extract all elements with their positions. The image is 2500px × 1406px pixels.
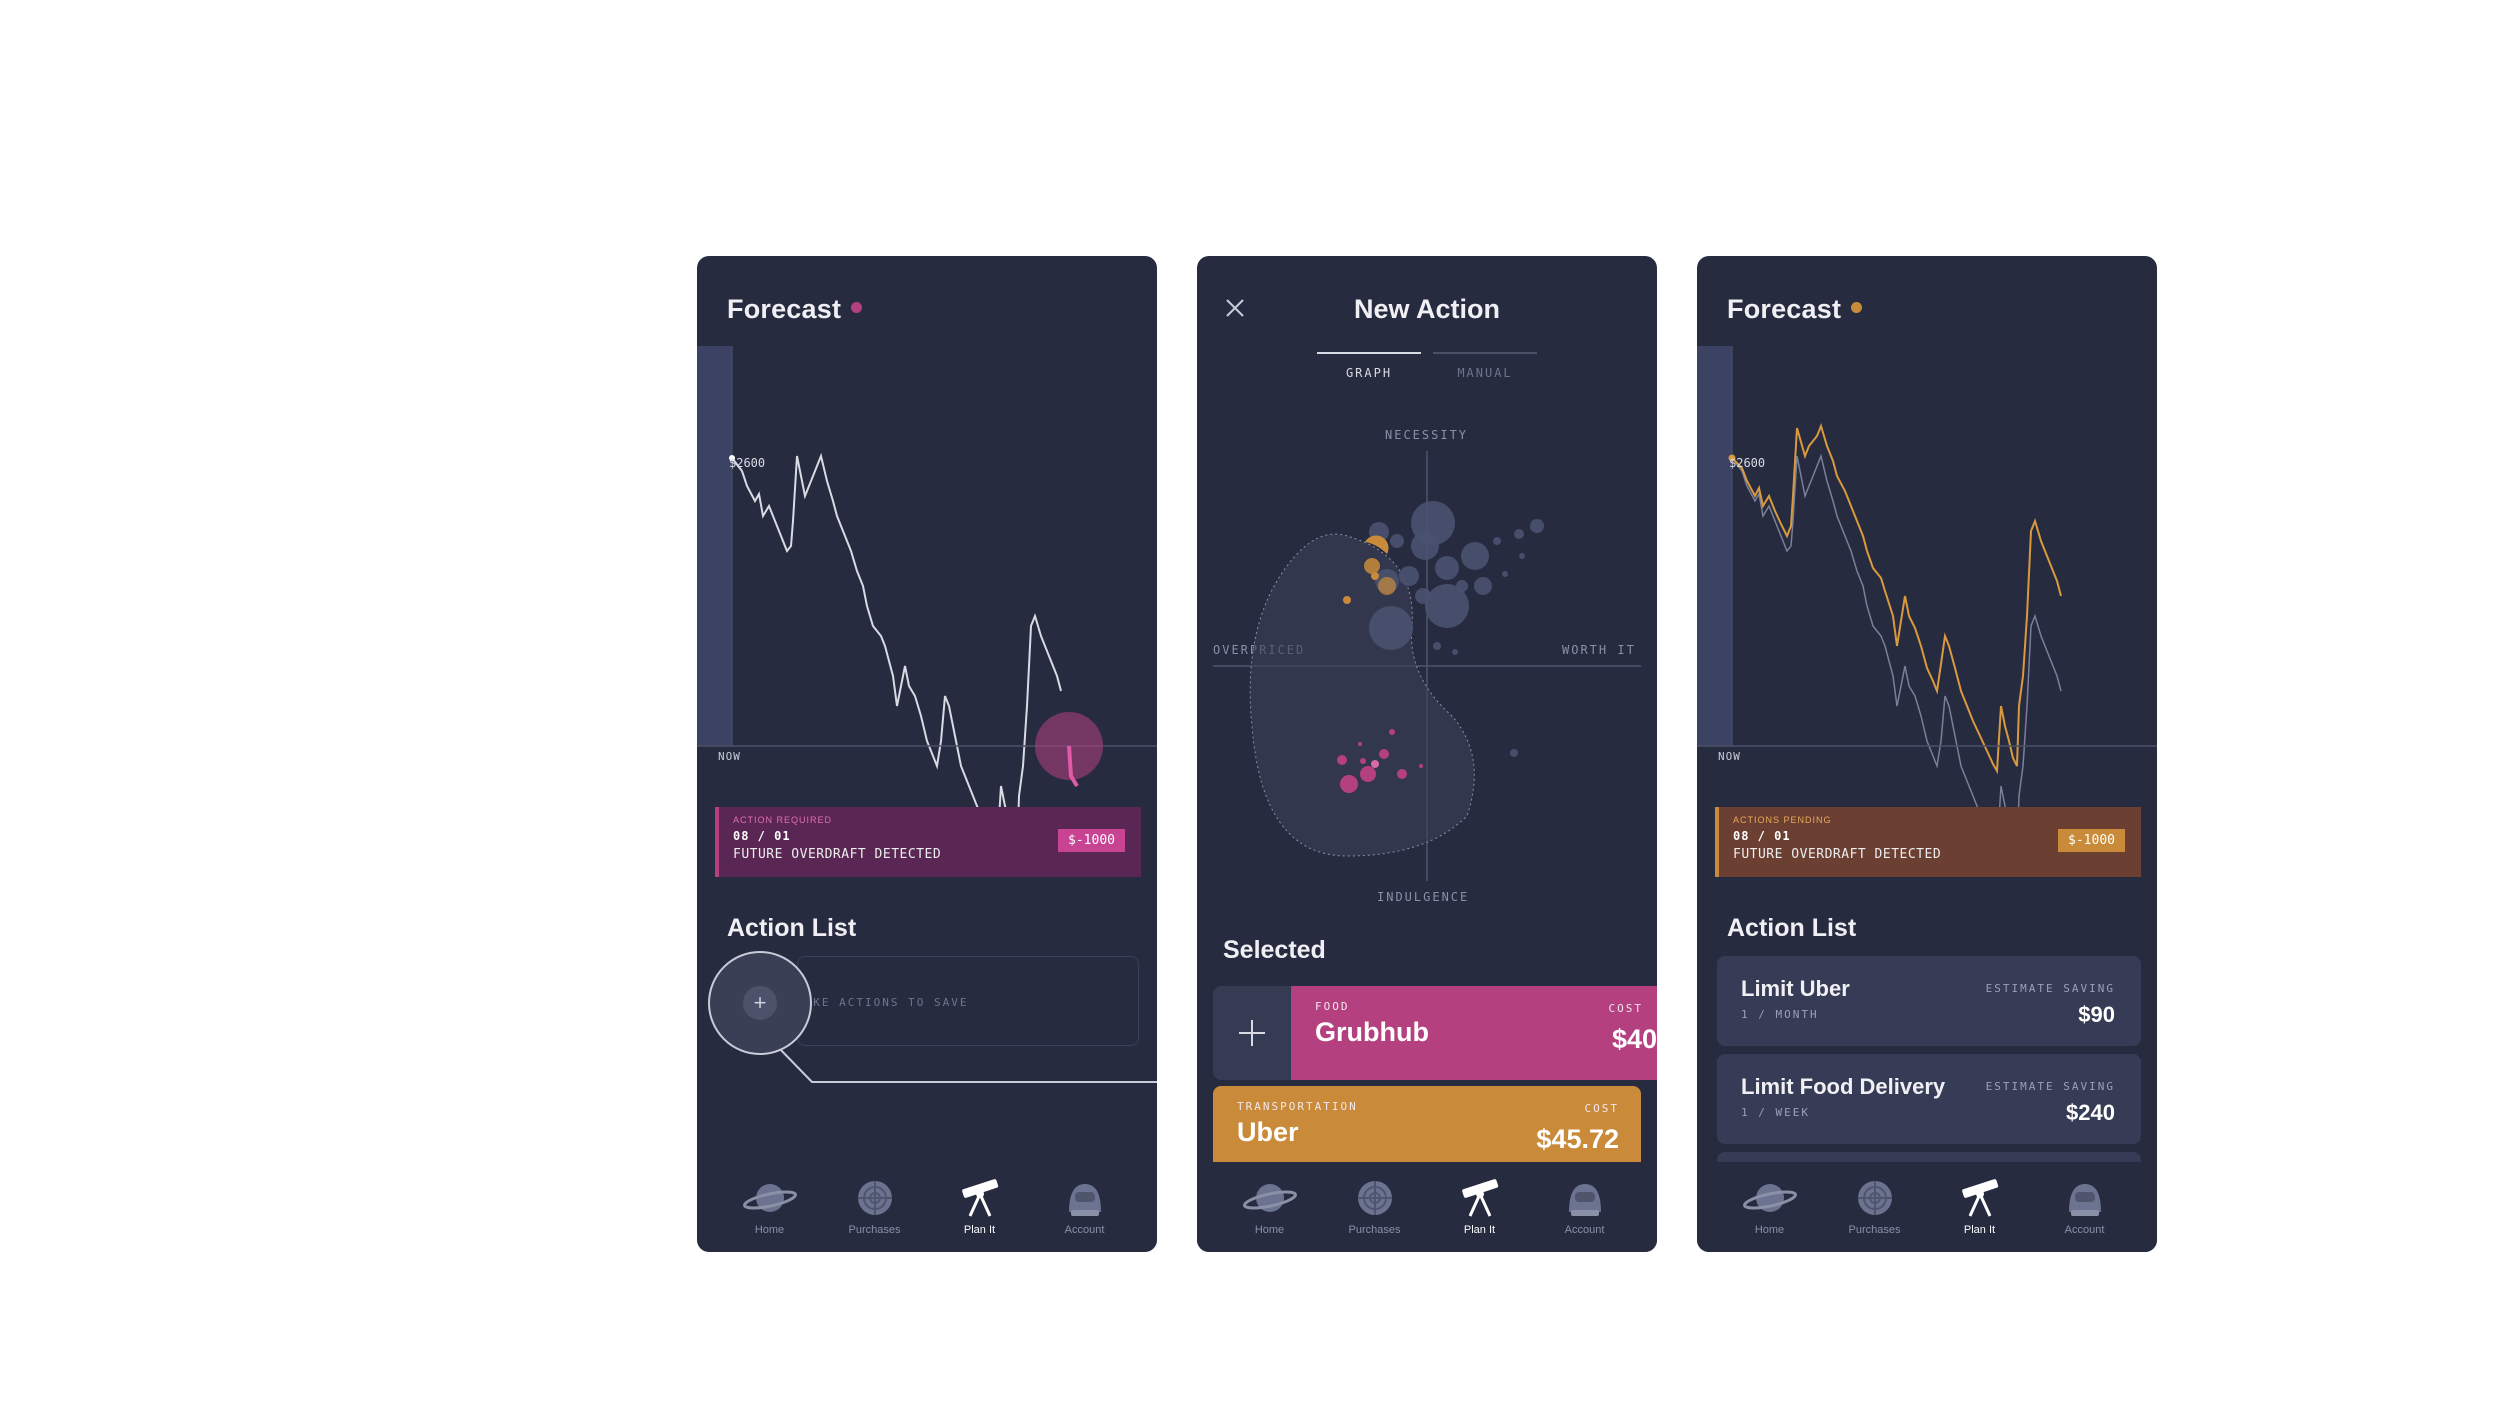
tab-purchases[interactable]: Purchases <box>1830 1162 1920 1252</box>
page-title: Forecast <box>727 294 863 325</box>
status-dot <box>851 302 863 314</box>
action-frequency: 1 / MONTH <box>1741 1008 1819 1021</box>
tab-home[interactable]: Home <box>1725 1162 1815 1252</box>
selected-title: Selected <box>1223 936 1326 964</box>
add-selected-button[interactable] <box>1213 986 1291 1080</box>
card-cost: $40 <box>1611 1024 1657 1054</box>
plus-icon: + <box>743 986 777 1020</box>
card-category: TRANSPORTATION <box>1237 1100 1358 1113</box>
alert-caption: ACTIONS PENDING <box>1733 815 1832 825</box>
selected-card-uber[interactable]: TRANSPORTATION Uber COST $45.72 <box>1213 1086 1641 1166</box>
planet-icon <box>1742 1184 1797 1212</box>
saving-value: $240 <box>2066 1100 2115 1125</box>
section-title: Action List <box>1727 914 1857 942</box>
alert-caption: ACTION REQUIRED <box>733 815 833 825</box>
page-title: Forecast <box>1727 294 1863 325</box>
action-item-limit-uber[interactable]: Limit Uber 1 / MONTH ESTIMATE SAVING $90 <box>1717 956 2141 1046</box>
tab-home[interactable]: Home <box>1225 1162 1315 1252</box>
pending-alert[interactable]: ACTIONS PENDING 08 / 01 FUTURE OVERDRAFT… <box>1715 807 2141 877</box>
alert-amount-badge: $-1000 <box>2058 829 2125 852</box>
action-item-limit-food-delivery[interactable]: Limit Food Delivery 1 / WEEK ESTIMATE SA… <box>1717 1054 2141 1144</box>
card-name: Grubhub <box>1315 1017 1429 1047</box>
alert-amount-badge: $-1000 <box>1058 829 1125 852</box>
status-dot <box>1851 302 1863 314</box>
card-cost: $45.72 <box>1536 1124 1619 1154</box>
balance-line <box>731 452 1062 857</box>
card-cost-label: COST <box>1584 1102 1619 1115</box>
card-category: FOOD <box>1315 1000 1350 1013</box>
planet-icon <box>1242 1184 1297 1212</box>
astronaut-helmet-icon <box>2068 1184 2101 1216</box>
original-balance-line <box>1731 453 2062 857</box>
now-label: NOW <box>1718 750 1741 763</box>
tab-plan-it[interactable]: Plan It <box>1435 1162 1525 1252</box>
target-globe-icon <box>1357 1181 1392 1215</box>
start-value-label: $2600 <box>729 456 766 470</box>
tab-plan-it[interactable]: Plan It <box>1935 1162 2025 1252</box>
astronaut-helmet-icon <box>1068 1184 1101 1216</box>
action-frequency: 1 / WEEK <box>1741 1106 1810 1119</box>
target-globe-icon <box>857 1181 892 1215</box>
projected-balance-line <box>1731 422 2062 775</box>
tab-account[interactable]: Account <box>2040 1162 2130 1252</box>
tab-account[interactable]: Account <box>1040 1162 1130 1252</box>
forecast-screen-pending: Forecast $2600 NOW ACTIONS PENDING 08 / … <box>1697 256 2157 1252</box>
saving-label: ESTIMATE SAVING <box>1985 1080 2115 1093</box>
empty-action-text: TAKE ACTIONS TO SAVE <box>796 996 969 1009</box>
tab-bar: Home Purchases Plan It Account <box>1697 1162 2157 1252</box>
saving-value: $90 <box>2078 1002 2115 1027</box>
selected-card-grubhub[interactable]: FOOD Grubhub COST $40 <box>1291 986 1657 1080</box>
now-label: NOW <box>718 750 741 763</box>
tab-home[interactable]: Home <box>725 1162 815 1252</box>
saving-label: ESTIMATE SAVING <box>1985 982 2115 995</box>
telescope-icon <box>1961 1179 1998 1217</box>
card-cost-label: COST <box>1608 1002 1643 1015</box>
add-action-button[interactable]: + <box>708 951 812 1055</box>
new-action-screen: New Action GRAPH MANUAL NECESSITY INDULG… <box>1197 256 1657 1252</box>
past-area <box>1697 346 1732 746</box>
planet-icon <box>742 1184 797 1212</box>
telescope-icon <box>961 1179 998 1217</box>
section-title: Action List <box>727 914 857 942</box>
plus-icon <box>1239 1020 1265 1046</box>
tab-purchases[interactable]: Purchases <box>830 1162 920 1252</box>
overdraft-alert[interactable]: ACTION REQUIRED 08 / 01 FUTURE OVERDRAFT… <box>715 807 1141 877</box>
past-area <box>697 346 732 746</box>
tab-bar: Home Purchases Plan It Account <box>697 1162 1157 1252</box>
forecast-screen-overdraft: Forecast $2600 NOW ACTION REQUIRED 08 / … <box>697 256 1157 1252</box>
astronaut-helmet-icon <box>1568 1184 1601 1216</box>
telescope-icon <box>1461 1179 1498 1217</box>
start-value-label: $2600 <box>1729 456 1766 470</box>
tab-bar: Home Purchases Plan It Account <box>1197 1162 1657 1252</box>
tab-account[interactable]: Account <box>1540 1162 1630 1252</box>
tab-purchases[interactable]: Purchases <box>1330 1162 1420 1252</box>
target-globe-icon <box>1857 1181 1892 1215</box>
tab-plan-it[interactable]: Plan It <box>935 1162 1025 1252</box>
selection-lasso <box>1249 533 1475 857</box>
